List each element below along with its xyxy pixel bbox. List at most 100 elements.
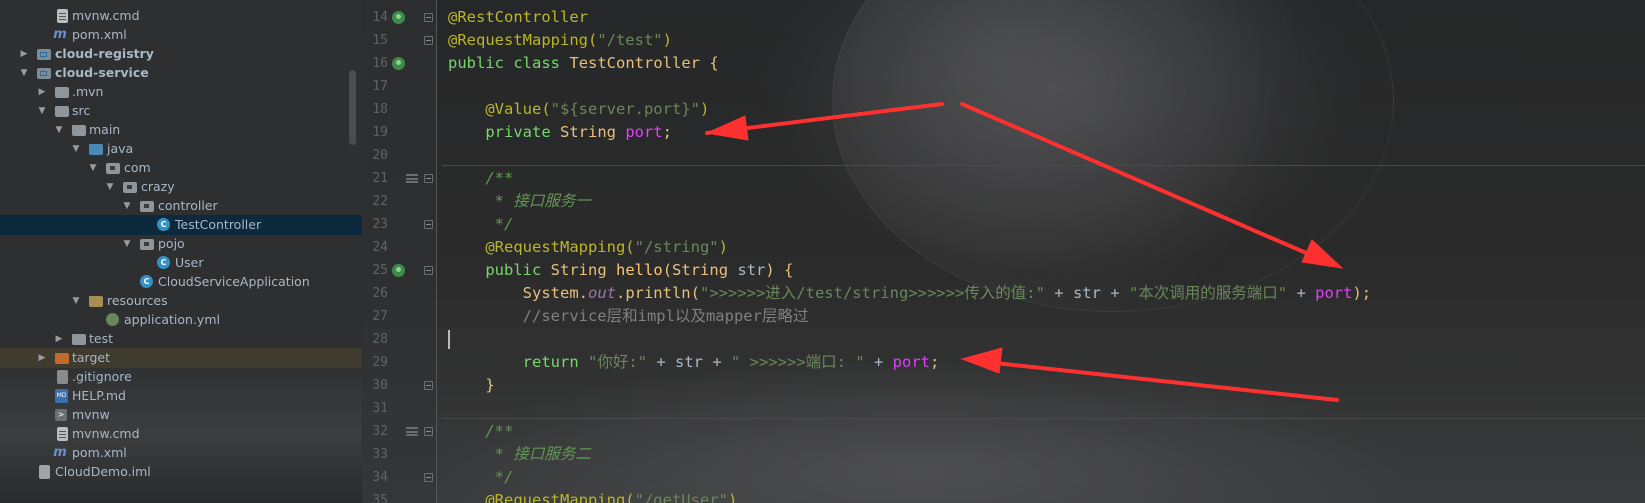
tree-item[interactable]: ▶ cloud-registry [0, 44, 362, 64]
expand-arrow-icon[interactable]: ▶ [19, 44, 29, 64]
line-number: 26 [372, 286, 388, 301]
excluded-folder-icon [55, 353, 69, 364]
collapse-arrow-icon[interactable]: ▼ [37, 101, 47, 121]
tree-item[interactable]: ▶ test [0, 329, 362, 349]
collapse-arrow-icon[interactable]: ▼ [88, 158, 98, 178]
line-number: 31 [372, 401, 388, 416]
text-caret [448, 330, 450, 349]
class-icon: C [157, 218, 170, 231]
background-planet-image [832, 0, 1394, 312]
yaml-icon [106, 313, 119, 326]
fold-marker-icon[interactable] [424, 473, 433, 482]
fold-marker-icon[interactable] [424, 381, 433, 390]
line-number: 19 [372, 125, 388, 140]
package-icon [140, 201, 154, 212]
line-number: 23 [372, 217, 388, 232]
spring-bean-gutter-icon[interactable] [392, 11, 405, 24]
line-number: 25 [372, 263, 388, 278]
tree-item[interactable]: CloudDemo.iml [0, 462, 362, 482]
fold-marker-icon[interactable] [424, 220, 433, 229]
code-line-19: private String port; [485, 123, 673, 141]
expand-arrow-icon[interactable]: ▶ [37, 348, 47, 368]
collapse-arrow-icon[interactable]: ▼ [54, 120, 64, 140]
tree-item[interactable]: C User [0, 253, 362, 273]
render-doc-icon[interactable] [406, 174, 418, 183]
line-number: 15 [372, 33, 388, 48]
tree-item[interactable]: ▶ target [0, 348, 362, 368]
tree-item[interactable]: .gitignore [0, 367, 362, 387]
code-line-32: /** [485, 422, 514, 440]
tree-item[interactable]: ▶ .mvn [0, 82, 362, 102]
method-separator [442, 418, 1645, 419]
fold-marker-icon[interactable] [424, 36, 433, 45]
tree-item[interactable]: MD HELP.md [0, 386, 362, 406]
maven-icon: m [53, 445, 67, 460]
tree-item[interactable]: ▼ resources [0, 291, 362, 311]
tree-item[interactable]: ▼ controller [0, 196, 362, 216]
collapse-arrow-icon[interactable]: ▼ [19, 63, 29, 83]
tree-item[interactable]: C CloudServiceApplication [0, 272, 362, 292]
line-number: 18 [372, 102, 388, 117]
iml-file-icon [39, 465, 50, 479]
code-line-25: public String hello(String str) { [485, 261, 794, 279]
fold-marker-icon[interactable] [424, 427, 433, 436]
render-doc-icon[interactable] [406, 427, 418, 436]
fold-marker-icon[interactable] [424, 13, 433, 22]
code-line-26: System.out.println(">>>>>>进入/test/string… [522, 284, 1372, 302]
tree-item[interactable]: ▼ java [0, 139, 362, 159]
method-separator [442, 165, 1645, 166]
collapse-arrow-icon[interactable]: ▼ [105, 177, 115, 197]
tree-item[interactable]: ▼ cloud-service [0, 63, 362, 83]
tree-item[interactable]: ▼ com [0, 158, 362, 178]
expand-arrow-icon[interactable]: ▶ [54, 329, 64, 349]
code-line-27: //service层和impl以及mapper层略过 [522, 307, 809, 325]
line-number: 29 [372, 355, 388, 370]
line-number: 24 [372, 240, 388, 255]
request-mapping-gutter-icon[interactable] [392, 264, 405, 277]
current-line-highlight [437, 328, 1645, 351]
gitignore-icon [57, 370, 68, 384]
tree-item-selected[interactable]: C TestController [0, 215, 362, 235]
tree-item[interactable]: ▼ crazy [0, 177, 362, 197]
line-number: 16 [372, 56, 388, 71]
code-editor[interactable]: 14 15 16 17 18 19 20 21 22 23 24 25 26 2… [362, 0, 1645, 503]
tree-item[interactable]: ▼ src [0, 101, 362, 121]
line-number: 34 [372, 470, 388, 485]
code-line-22: * 接口服务一 [485, 192, 591, 210]
tree-item[interactable]: ▼ pojo [0, 234, 362, 254]
tree-scrollbar[interactable] [349, 70, 356, 145]
tree-item[interactable]: ▼ main [0, 120, 362, 140]
tree-item[interactable]: m pom.xml [0, 25, 362, 45]
code-line-16: public class TestController { [448, 54, 719, 72]
fold-marker-icon[interactable] [424, 266, 433, 275]
code-line-35: @RequestMapping("/getUser") [485, 491, 738, 503]
source-folder-icon [89, 144, 103, 155]
code-line-33: * 接口服务二 [485, 445, 591, 463]
maven-icon: m [53, 27, 67, 42]
tree-item[interactable]: application.yml [0, 310, 362, 330]
package-icon [140, 239, 154, 250]
folder-icon [72, 125, 86, 136]
line-number: 14 [372, 10, 388, 25]
collapse-arrow-icon[interactable]: ▼ [71, 291, 81, 311]
tree-item[interactable]: mvnw.cmd [0, 424, 362, 444]
folder-icon [72, 334, 86, 345]
spring-bean-gutter-icon[interactable] [392, 57, 405, 70]
package-icon [106, 163, 120, 174]
folder-icon [55, 106, 69, 117]
tree-item[interactable]: mvnw.cmd [0, 6, 362, 26]
code-line-29: return "你好:" + str + " >>>>>>端口: " + por… [522, 353, 940, 371]
fold-marker-icon[interactable] [424, 174, 433, 183]
line-number: 21 [372, 171, 388, 186]
line-number: 30 [372, 378, 388, 393]
code-line-30: } [485, 376, 495, 394]
tree-item[interactable]: m pom.xml [0, 443, 362, 463]
expand-arrow-icon[interactable]: ▶ [37, 82, 47, 102]
tree-item[interactable]: > mvnw [0, 405, 362, 425]
collapse-arrow-icon[interactable]: ▼ [122, 196, 132, 216]
collapse-arrow-icon[interactable]: ▼ [122, 234, 132, 254]
shell-icon: > [55, 409, 67, 421]
line-number: 32 [372, 424, 388, 439]
collapse-arrow-icon[interactable]: ▼ [71, 139, 81, 159]
line-number: 20 [372, 148, 388, 163]
